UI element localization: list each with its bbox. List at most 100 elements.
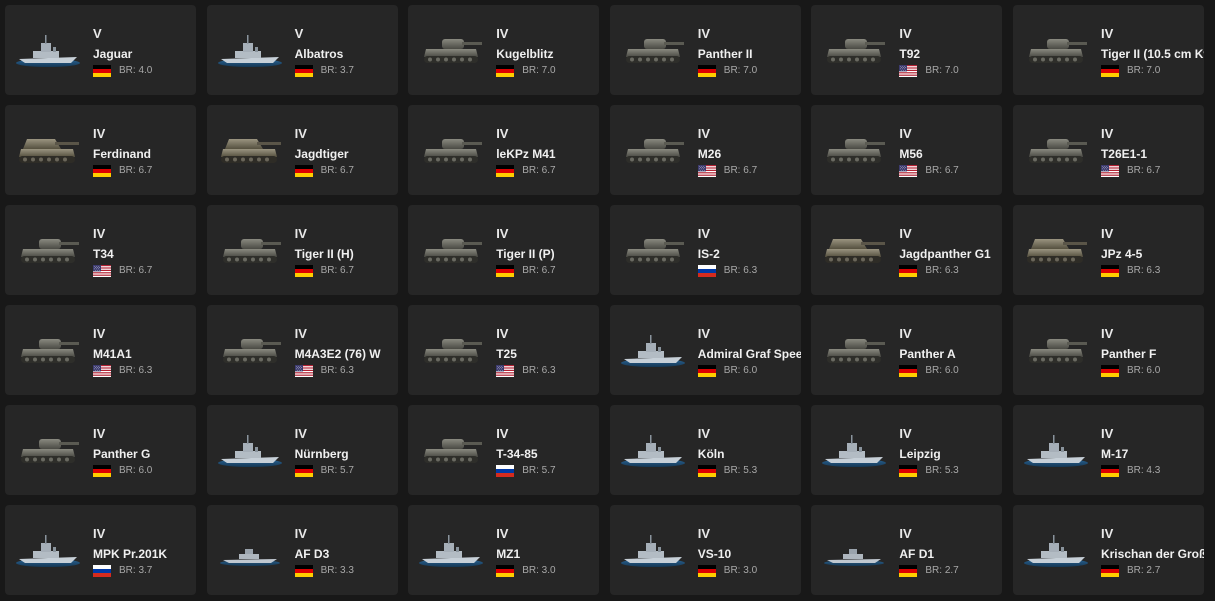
vehicle-rank: IV bbox=[697, 226, 711, 241]
vehicle-meta: BR: 6.0 bbox=[899, 365, 1002, 377]
vehicle-rank: IV bbox=[294, 526, 307, 541]
vehicle-card-m-17[interactable]: IV M-17 BR: 4.3 bbox=[1012, 405, 1204, 495]
vehicle-card-krischan-der-gro-e[interactable]: IV Krischan der Große BR: 2.7 bbox=[1012, 505, 1204, 595]
vehicle-card-leipzig[interactable]: IV Leipzig BR: 5.3 bbox=[811, 405, 1003, 495]
vehicle-card-m26[interactable]: IV M26 BR: 6.7 bbox=[609, 105, 801, 195]
vehicle-card-tiger-ii-h[interactable]: IV Tiger II (H) BR: 6.7 bbox=[206, 205, 398, 295]
vehicle-info: IV T92 BR: 7.0 bbox=[899, 27, 1002, 77]
vehicle-info: IV VS-10 BR: 3.0 bbox=[697, 527, 801, 577]
battle-rating: BR: 7.0 bbox=[522, 65, 556, 76]
vehicle-card-admiral-graf-spee[interactable]: IV Admiral Graf Spee BR: 6.0 bbox=[609, 305, 801, 395]
vehicle-meta: BR: 6.0 bbox=[697, 365, 801, 377]
germany-flag-icon bbox=[93, 165, 111, 177]
vehicle-card-panther-g[interactable]: IV Panther G BR: 6.0 bbox=[5, 405, 196, 495]
battle-rating: BR: 6.3 bbox=[522, 365, 556, 376]
vehicle-rank: IV bbox=[1100, 326, 1114, 341]
vehicle-card-tiger-ii-p[interactable]: IV Tiger II (P) BR: 6.7 bbox=[408, 205, 600, 295]
vehicle-card-t92[interactable]: IV T92 BR: 7.0 bbox=[811, 5, 1003, 95]
ussr-flag-icon bbox=[496, 465, 515, 477]
vehicle-card-ferdinand[interactable]: IV Ferdinand BR: 6.7 bbox=[5, 105, 196, 195]
vehicle-info: IV Köln BR: 5.3 bbox=[697, 427, 801, 477]
battle-rating: BR: 3.0 bbox=[723, 565, 758, 576]
vehicle-card-n-rnberg[interactable]: IV Nürnberg BR: 5.7 bbox=[206, 405, 398, 495]
vehicle-info: IV leKPz M41 BR: 6.7 bbox=[496, 127, 599, 177]
vehicle-name: MPK Pr.201K bbox=[93, 547, 168, 561]
vehicle-rank: IV bbox=[899, 26, 912, 41]
usa-flag-icon bbox=[899, 165, 918, 177]
vehicle-rank: IV bbox=[93, 126, 106, 141]
tank-destroyer-icon bbox=[217, 127, 283, 171]
battle-rating: BR: 2.7 bbox=[925, 565, 959, 576]
battle-rating: BR: 2.7 bbox=[1126, 565, 1161, 576]
vehicle-card-jagdpanther-g1[interactable]: IV Jagdpanther G1 BR: 6.3 bbox=[811, 205, 1003, 295]
tank-destroyer-icon bbox=[821, 227, 887, 271]
ussr-flag-icon bbox=[697, 265, 716, 277]
vehicle-rank: IV bbox=[93, 426, 106, 441]
vehicle-card-mpk-pr-201k[interactable]: IV MPK Pr.201K BR: 3.7 bbox=[5, 505, 196, 595]
vehicle-card-m56[interactable]: IV M56 BR: 6.7 bbox=[811, 105, 1003, 195]
vehicle-meta: BR: 6.7 bbox=[496, 165, 599, 177]
vehicle-card-albatros[interactable]: V Albatros BR: 3.7 bbox=[206, 5, 398, 95]
vehicle-card-af-d3[interactable]: IV AF D3 BR: 3.3 bbox=[206, 505, 398, 595]
vehicle-card-jaguar[interactable]: V Jaguar BR: 4.0 bbox=[5, 5, 196, 95]
vehicle-rank: IV bbox=[1100, 126, 1114, 141]
tank-icon bbox=[1023, 127, 1089, 171]
vehicle-info: IV Jagdpanther G1 BR: 6.3 bbox=[899, 227, 1002, 277]
vehicle-card-panther-ii[interactable]: IV Panther II BR: 7.0 bbox=[609, 5, 801, 95]
vehicle-info: IV Leipzig BR: 5.3 bbox=[899, 427, 1002, 477]
vehicle-card-kugelblitz[interactable]: IV Kugelblitz BR: 7.0 bbox=[408, 5, 600, 95]
ship-icon bbox=[1023, 527, 1089, 571]
vehicle-name: Jagdtiger bbox=[294, 147, 349, 161]
usa-flag-icon bbox=[93, 365, 111, 377]
germany-flag-icon bbox=[1100, 565, 1119, 577]
tank-icon bbox=[1023, 27, 1089, 71]
vehicle-rank: IV bbox=[496, 226, 509, 241]
vehicle-rank: V bbox=[294, 26, 304, 41]
vehicle-meta: BR: 7.0 bbox=[697, 65, 801, 77]
ship-icon bbox=[620, 427, 686, 471]
vehicle-card-panther-a[interactable]: IV Panther A BR: 6.0 bbox=[811, 305, 1003, 395]
vehicle-card-mz1[interactable]: IV MZ1 BR: 3.0 bbox=[408, 505, 600, 595]
battle-rating: BR: 6.3 bbox=[925, 265, 959, 276]
vehicle-card-t26e1-1[interactable]: IV T26E1-1 BR: 6.7 bbox=[1012, 105, 1204, 195]
vehicle-rank: IV bbox=[294, 426, 307, 441]
vehicle-card-jagdtiger[interactable]: IV Jagdtiger BR: 6.7 bbox=[206, 105, 398, 195]
vehicle-card-af-d1[interactable]: IV AF D1 BR: 2.7 bbox=[811, 505, 1003, 595]
vehicle-name: Köln bbox=[697, 447, 725, 461]
vehicle-card-t25[interactable]: IV T25 BR: 6.3 bbox=[408, 305, 600, 395]
tank-icon bbox=[418, 127, 484, 171]
vehicle-name: Tiger II (10.5 cm Kw bbox=[1100, 47, 1204, 61]
germany-flag-icon bbox=[294, 265, 313, 277]
germany-flag-icon bbox=[294, 465, 313, 477]
vehicle-card-t-34-85[interactable]: IV T-34-85 BR: 5.7 bbox=[408, 405, 600, 495]
germany-flag-icon bbox=[496, 165, 515, 177]
vehicle-card-tiger-ii-10-5-cm-kw[interactable]: IV Tiger II (10.5 cm Kw BR: 7.0 bbox=[1012, 5, 1204, 95]
vehicle-info: IV M4A3E2 (76) W BR: 6.3 bbox=[294, 327, 398, 377]
battle-rating: BR: 6.7 bbox=[522, 265, 556, 276]
vehicle-card-jpz-4-5[interactable]: IV JPz 4-5 BR: 6.3 bbox=[1012, 205, 1204, 295]
vehicle-card-m41a1[interactable]: IV M41A1 BR: 6.3 bbox=[5, 305, 196, 395]
vehicle-card-is-2[interactable]: IV IS-2 BR: 6.3 bbox=[609, 205, 801, 295]
vehicle-meta: BR: 5.3 bbox=[697, 465, 801, 477]
ship-icon bbox=[620, 327, 686, 371]
tank-icon bbox=[418, 27, 484, 71]
battle-rating: BR: 5.3 bbox=[925, 465, 959, 476]
ship-icon bbox=[217, 27, 283, 71]
vehicle-rank: IV bbox=[496, 426, 509, 441]
vehicle-name: T26E1-1 bbox=[1100, 147, 1147, 161]
vehicle-card-t34[interactable]: IV T34 BR: 6.7 bbox=[5, 205, 196, 295]
germany-flag-icon bbox=[294, 65, 313, 77]
ship-icon bbox=[1023, 427, 1089, 471]
vehicle-meta: BR: 6.7 bbox=[294, 265, 398, 277]
vehicle-card-m4a3e2-76-w[interactable]: IV M4A3E2 (76) W BR: 6.3 bbox=[206, 305, 398, 395]
vehicle-card-lekpz-m41[interactable]: IV leKPz M41 BR: 6.7 bbox=[408, 105, 600, 195]
vehicle-card-k-ln[interactable]: IV Köln BR: 5.3 bbox=[609, 405, 801, 495]
germany-flag-icon bbox=[899, 265, 918, 277]
vehicle-card-panther-f[interactable]: IV Panther F BR: 6.0 bbox=[1012, 305, 1204, 395]
battle-rating: BR: 7.0 bbox=[1126, 65, 1161, 76]
vehicle-card-vs-10[interactable]: IV VS-10 BR: 3.0 bbox=[609, 505, 801, 595]
battle-rating: BR: 6.7 bbox=[925, 165, 959, 176]
battle-rating: BR: 6.0 bbox=[1126, 365, 1161, 376]
vehicle-name: Panther II bbox=[697, 47, 753, 61]
battle-rating: BR: 6.7 bbox=[320, 165, 354, 176]
